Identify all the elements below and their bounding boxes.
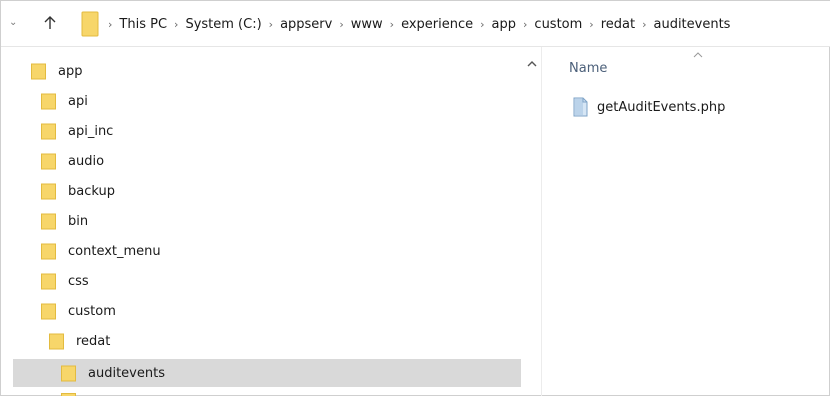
folder-icon [41, 243, 56, 259]
folder-icon [41, 303, 56, 319]
tree-item-label: redat [76, 333, 111, 349]
up-arrow-icon[interactable] [41, 14, 59, 32]
tree-item-audio[interactable]: audio [41, 147, 521, 175]
tree-item-backup[interactable]: backup [41, 177, 521, 205]
tree-item-label: audio [68, 153, 105, 169]
address-bar[interactable]: ⌄ › This PC › System (C:) › appserv › ww… [1, 1, 830, 47]
file-name: getAuditEvents.php [597, 99, 726, 115]
folder-icon [61, 365, 76, 381]
tree-item-label: custom [68, 303, 116, 319]
file-explorer-window: ⌄ › This PC › System (C:) › appserv › ww… [0, 0, 830, 396]
chevron-right-icon[interactable]: › [339, 18, 343, 31]
php-file-icon [573, 97, 588, 117]
chevron-right-icon[interactable]: › [174, 18, 178, 31]
pane-divider[interactable] [541, 47, 542, 396]
tree-item-custom[interactable]: custom [41, 297, 521, 325]
chevron-right-icon[interactable]: › [390, 18, 394, 31]
breadcrumb-system-c[interactable]: System (C:) [185, 17, 261, 32]
folder-icon [41, 153, 56, 169]
tree-item-auditevents[interactable]: auditevents [13, 359, 521, 387]
tree-item-label: api_inc [68, 123, 114, 139]
file-item[interactable]: getAuditEvents.php [571, 95, 725, 119]
breadcrumb-redat[interactable]: redat [601, 17, 635, 32]
tree-item-label: css [68, 273, 89, 289]
scroll-up-arrow-icon[interactable] [526, 59, 538, 69]
breadcrumb-auditevents[interactable]: auditevents [653, 17, 730, 32]
breadcrumb-this-pc[interactable]: This PC [119, 17, 167, 32]
tree-item-label: auditevents [88, 365, 165, 381]
tree-item-label: backup [68, 183, 115, 199]
tree-item-css[interactable]: css [41, 267, 521, 295]
navigation-tree: app api api_inc audio backup bin context… [13, 53, 541, 396]
chevron-right-icon[interactable]: › [642, 18, 646, 31]
breadcrumb-experience[interactable]: experience [401, 17, 473, 32]
breadcrumb-app[interactable]: app [492, 17, 516, 32]
folder-icon [31, 63, 46, 79]
tree-item-label: app [58, 63, 83, 79]
recent-locations-chevron-icon[interactable]: ⌄ [9, 17, 21, 29]
folder-icon [49, 333, 64, 349]
chevron-right-icon: › [108, 17, 113, 31]
tree-item-redat[interactable]: redat [49, 327, 521, 355]
folder-location-icon [81, 11, 99, 37]
folder-icon [41, 123, 56, 139]
tree-item-app[interactable]: app [31, 57, 521, 85]
tree-item-bin[interactable]: bin [41, 207, 521, 235]
tree-item-label: api [68, 93, 88, 109]
chevron-right-icon[interactable]: › [269, 18, 273, 31]
folder-icon [41, 93, 56, 109]
folder-icon [41, 213, 56, 229]
breadcrumb: › This PC › System (C:) › appserv › www … [101, 1, 730, 47]
breadcrumb-www[interactable]: www [351, 17, 383, 32]
chevron-right-icon[interactable]: › [480, 18, 484, 31]
tree-item-api-inc[interactable]: api_inc [41, 117, 521, 145]
sort-ascending-icon [693, 52, 703, 58]
chevron-right-icon[interactable]: › [523, 18, 527, 31]
breadcrumb-custom[interactable]: custom [534, 17, 582, 32]
folder-icon [41, 183, 56, 199]
column-header-name[interactable]: Name [569, 61, 607, 76]
tree-item-label: context_menu [68, 243, 161, 259]
breadcrumb-appserv[interactable]: appserv [280, 17, 332, 32]
tree-item-api[interactable]: api [41, 87, 521, 115]
tree-item-context-menu[interactable]: context_menu [41, 237, 521, 265]
folder-icon [41, 273, 56, 289]
chevron-right-icon[interactable]: › [589, 18, 593, 31]
tree-item-label: bin [68, 213, 89, 229]
